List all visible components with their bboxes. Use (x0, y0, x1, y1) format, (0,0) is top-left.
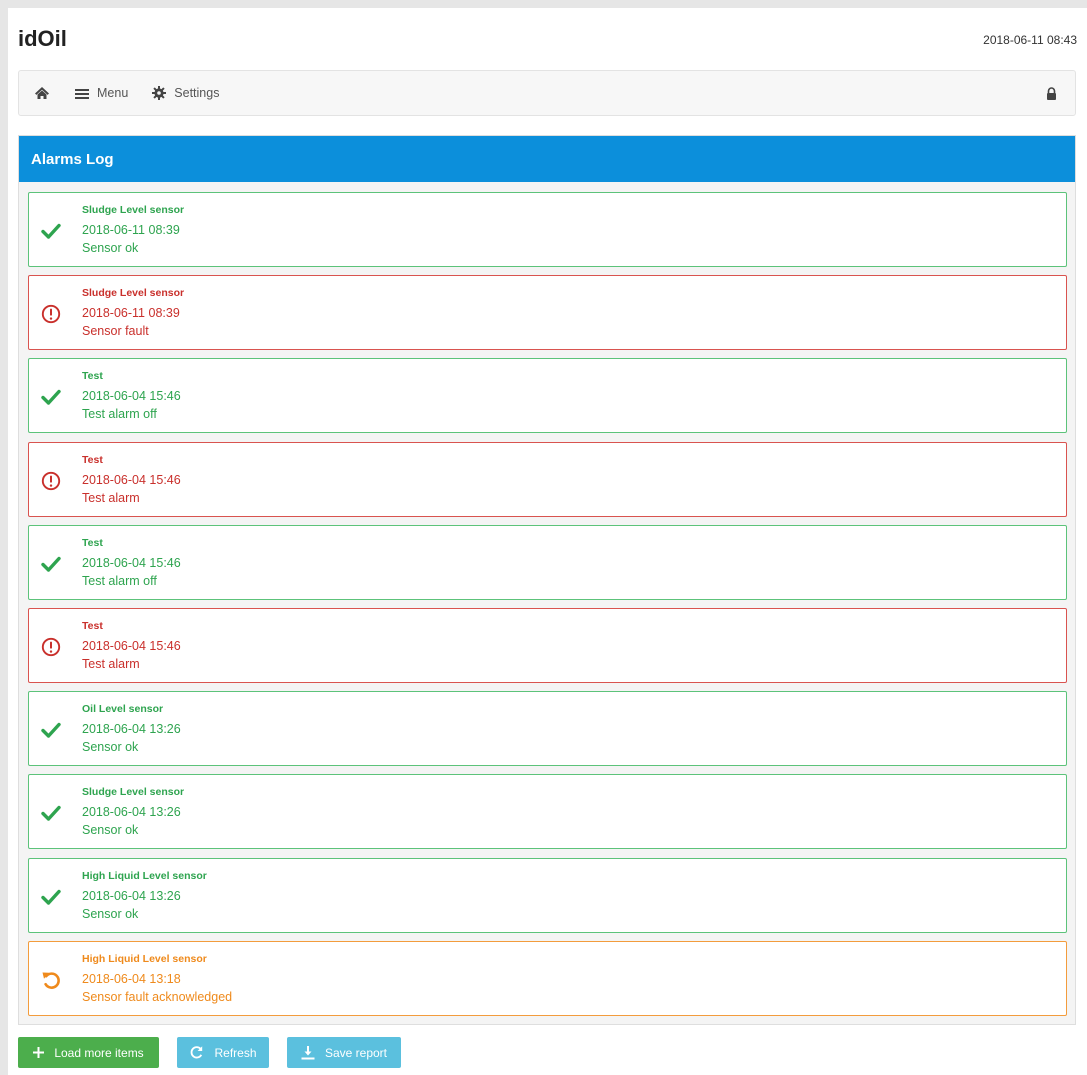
alarm-message: Sensor ok (82, 906, 139, 921)
alert-circle-icon (41, 637, 61, 657)
alarm-item: High Liquid Level sensor 2018-06-04 13:18… (28, 940, 1067, 1016)
alarm-message: Test alarm (82, 490, 140, 505)
alarm-item: Test 2018-06-04 15:46 Test alarm off (28, 524, 1067, 600)
alarm-item: Oil Level sensor 2018-06-04 13:26 Sensor o… (28, 691, 1067, 767)
alarm-status-icon (40, 636, 62, 658)
alarm-status-icon (40, 220, 62, 242)
alarm-time: 2018-06-04 15:46 (82, 639, 181, 653)
alarm-title: High Liquid Level sensor (82, 952, 207, 965)
menu-icon (75, 88, 89, 99)
settings-label: Settings (174, 86, 220, 100)
alarm-status-icon (40, 802, 62, 824)
navbar: Menu Settings (18, 70, 1076, 116)
window-frame-top (0, 0, 1087, 8)
alarm-time: 2018-06-04 13:26 (82, 722, 181, 737)
alarm-message: Sensor fault (82, 324, 149, 339)
alarm-title: Test (82, 370, 103, 383)
alarm-status-icon (40, 886, 62, 908)
alarm-time: 2018-06-11 08:39 (82, 223, 180, 237)
alarm-message: Sensor ok (82, 740, 139, 755)
alarm-message: Sensor ok (82, 823, 139, 838)
panel-header: Alarms Log (19, 136, 1075, 182)
alarm-item: Sludge Level sensor 2018-06-11 08:39 Senso… (28, 275, 1067, 351)
load-more-button[interactable]: Load more items (18, 1037, 159, 1068)
menu-label: Menu (97, 86, 129, 100)
check-icon (41, 889, 61, 905)
check-icon (41, 556, 61, 572)
undo-icon (42, 972, 60, 989)
alarm-title: Test (82, 536, 103, 549)
check-icon (41, 223, 61, 239)
alarm-message: Test alarm off (82, 407, 157, 422)
alarm-item: High Liquid Level sensor 2018-06-04 13:26… (28, 857, 1067, 933)
alarm-title: Sludge Level sensor (82, 786, 185, 799)
alarm-item: Test 2018-06-04 15:46 Test alarm (28, 441, 1067, 517)
alarm-message: Test alarm off (82, 573, 157, 588)
settings-button[interactable]: Settings (152, 86, 219, 100)
refresh-label: Refresh (214, 1045, 257, 1060)
alarm-time: 2018-06-04 15:46 (82, 472, 181, 487)
alert-circle-icon (41, 305, 61, 324)
alarm-message: Sensor fault acknowledged (82, 989, 233, 1004)
alarm-title: Sludge Level sensor (82, 287, 185, 300)
load-more-label: Load more items (54, 1045, 144, 1060)
window-frame-left (0, 0, 8, 1075)
alarm-status-icon (40, 386, 62, 408)
alarm-title: Test (82, 620, 103, 632)
gear-icon (152, 86, 167, 100)
alarm-item: Sludge Level sensor 2018-06-11 08:39 Senso… (28, 192, 1067, 267)
refresh-icon (191, 1046, 203, 1059)
menu-button[interactable]: Menu (75, 86, 128, 100)
save-report-button[interactable]: Save report (287, 1037, 401, 1068)
alarm-item: Sludge Level sensor 2018-06-04 13:26 Senso… (28, 774, 1067, 850)
lock-icon (1047, 86, 1056, 100)
alarm-time: 2018-06-04 13:26 (82, 805, 181, 820)
alert-circle-icon (41, 471, 61, 490)
alarm-time: 2018-06-11 08:39 (82, 306, 180, 321)
home-icon (35, 87, 49, 99)
alarm-message: Test alarm (82, 657, 140, 671)
refresh-button[interactable]: Refresh (177, 1037, 269, 1068)
app-title: idOil (18, 26, 67, 51)
alarm-status-icon (40, 969, 62, 991)
alarm-status-icon (40, 303, 62, 325)
panel-title: Alarms Log (31, 150, 114, 168)
save-report-label: Save report (324, 1045, 388, 1060)
alarm-status-icon (40, 719, 62, 741)
alarms-log-panel: Alarms Log Sludge Level sensor 2018-06-11… (18, 135, 1076, 1025)
alarm-item: Test 2018-06-04 15:46 Test alarm off (28, 358, 1067, 434)
alarm-title: Test (82, 453, 103, 466)
alarm-title: Sludge Level sensor (82, 204, 185, 216)
alarm-time: 2018-06-04 13:18 (82, 971, 181, 986)
home-button[interactable] (33, 84, 51, 102)
plus-icon (33, 1047, 45, 1058)
alarm-message: Sensor ok (82, 241, 139, 255)
download-icon (301, 1045, 315, 1059)
check-icon (41, 722, 61, 738)
alarm-item: Test 2018-06-04 15:46 Test alarm (28, 608, 1067, 683)
alarm-title: High Liquid Level sensor (82, 869, 207, 882)
alarm-title: Oil Level sensor (82, 703, 164, 716)
alarm-status-icon (40, 470, 62, 492)
check-icon (41, 390, 61, 406)
alarm-time: 2018-06-04 15:46 (82, 389, 181, 404)
alarm-time: 2018-06-04 15:46 (82, 555, 181, 570)
lock-button[interactable] (1046, 86, 1057, 100)
check-icon (41, 806, 61, 822)
clock: 2018-06-11 08:43 (983, 33, 1077, 47)
alarm-status-icon (40, 553, 62, 575)
alarm-time: 2018-06-04 13:26 (82, 888, 181, 903)
